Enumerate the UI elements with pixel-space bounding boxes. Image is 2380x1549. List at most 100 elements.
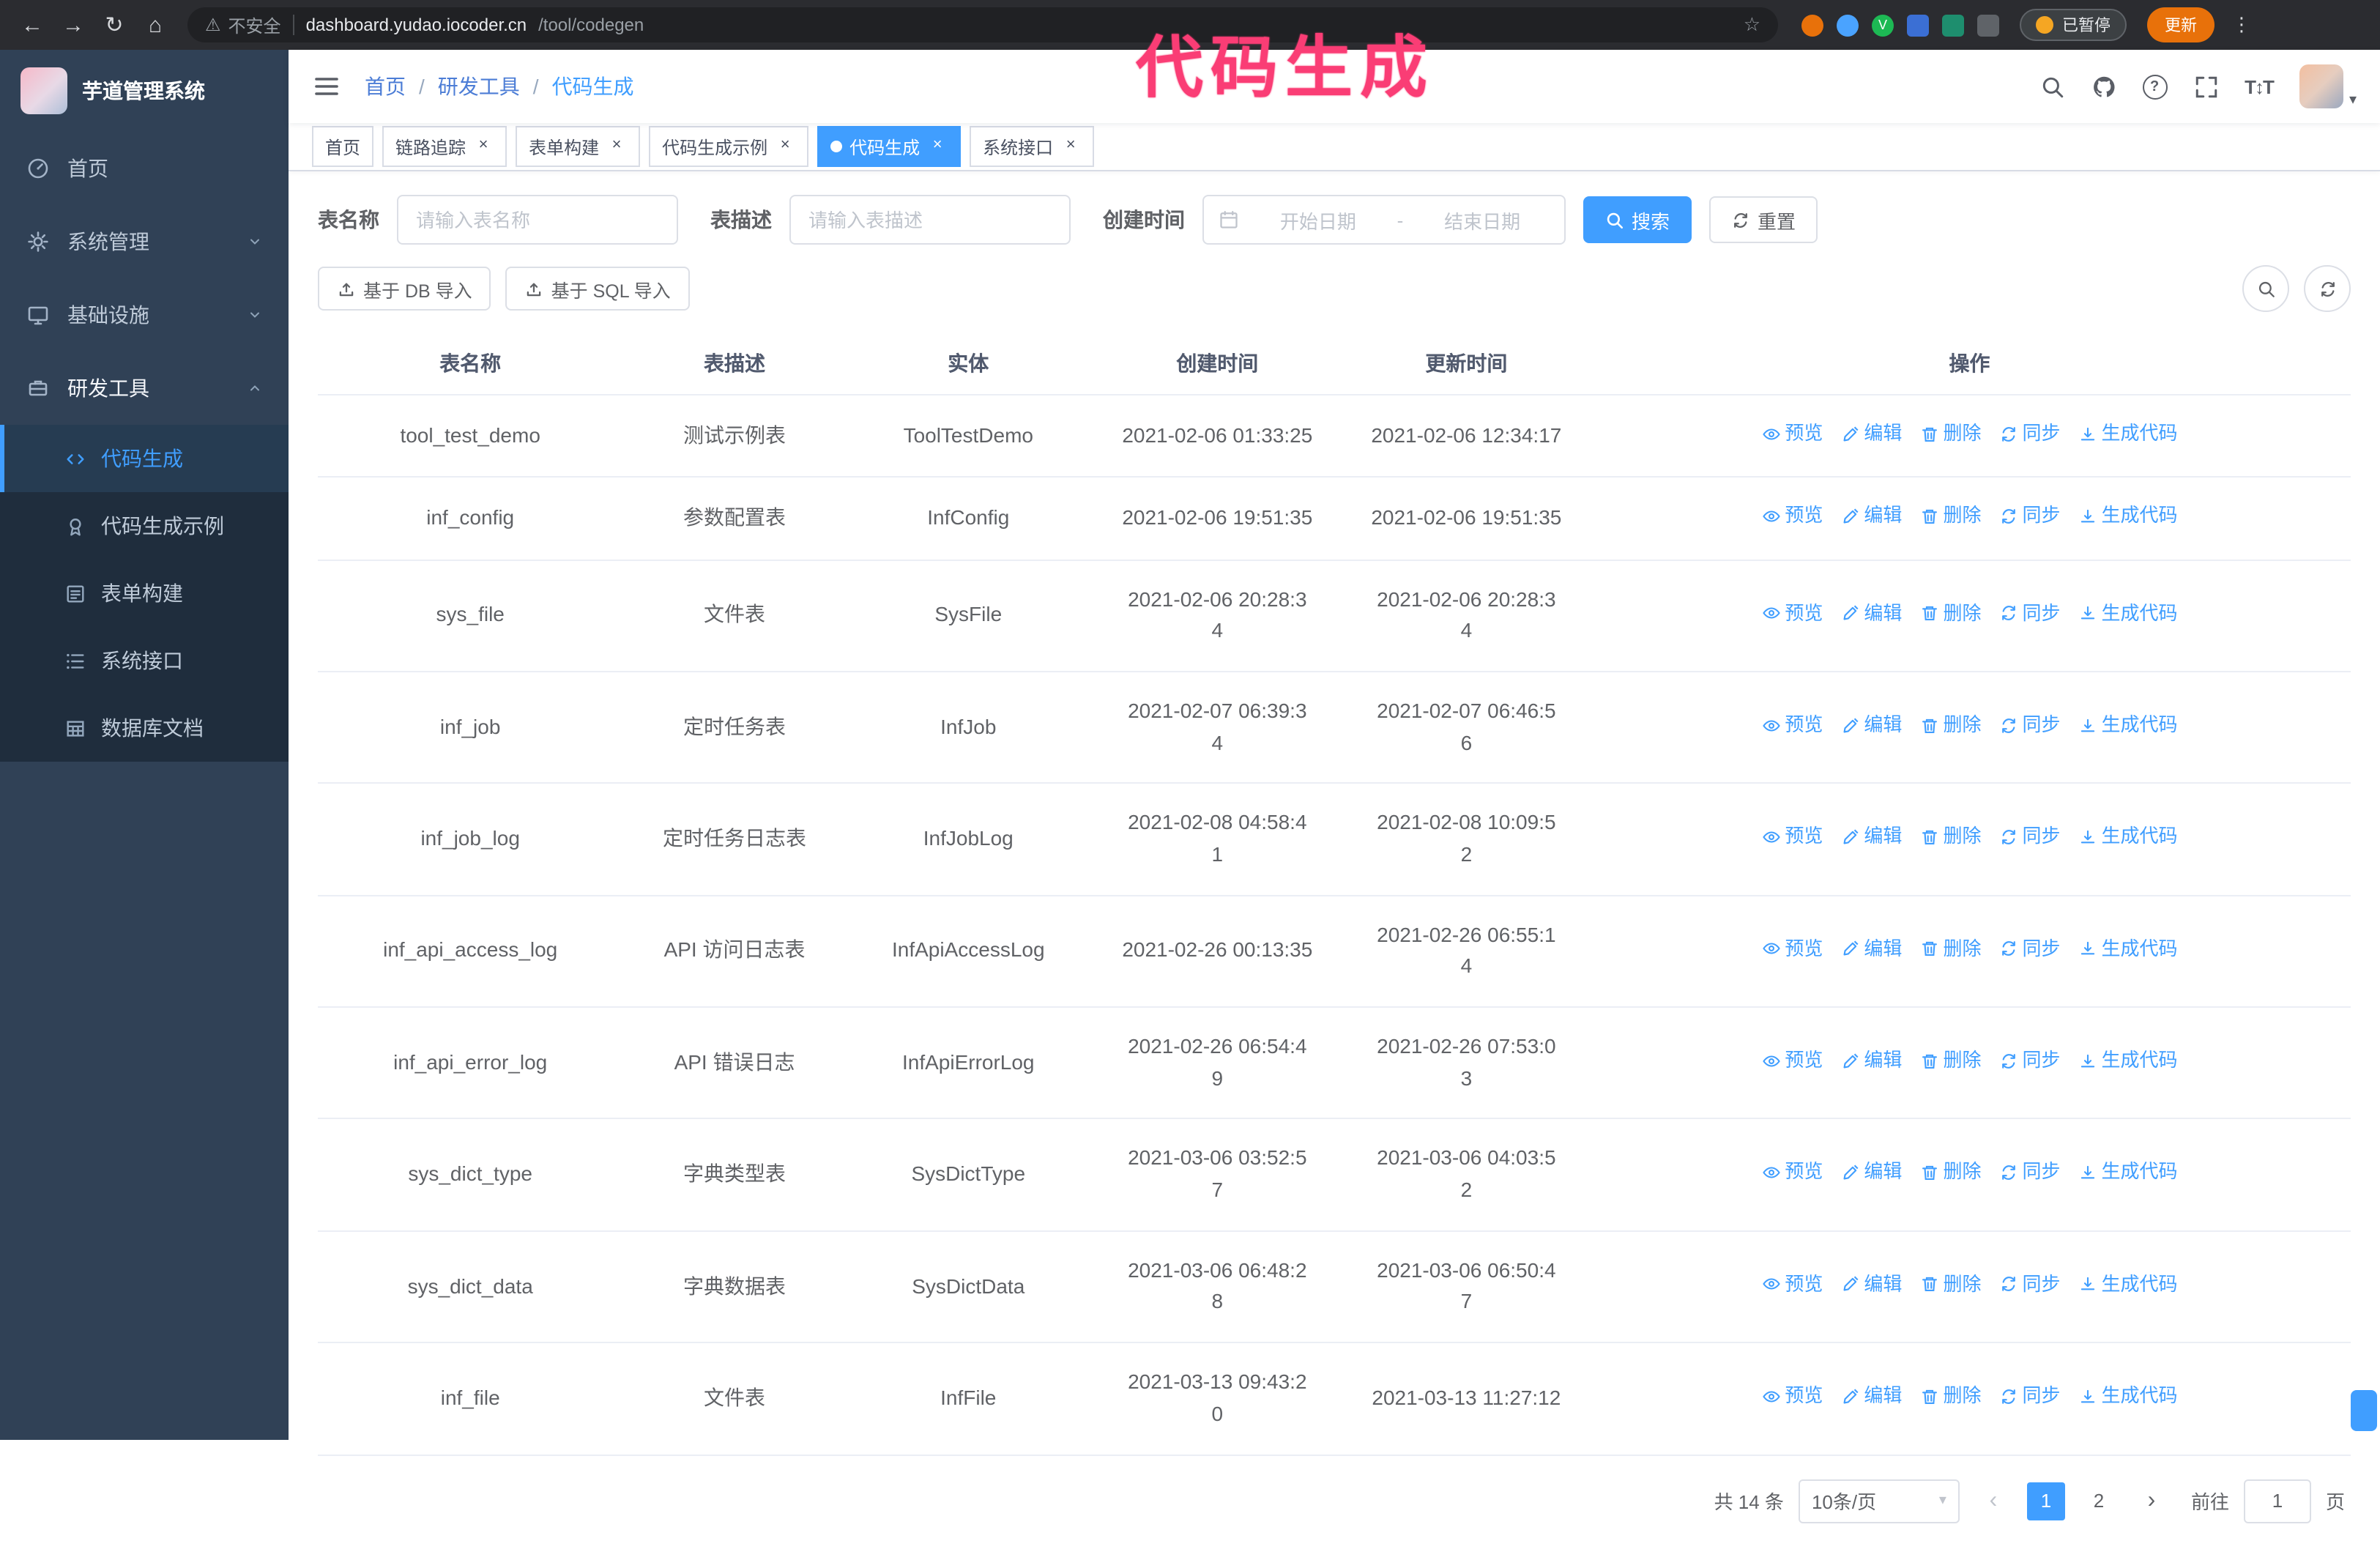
back-to-top-button[interactable] (2351, 1390, 2377, 1431)
search-icon[interactable] (2039, 74, 2064, 99)
browser-menu-icon[interactable]: ⋮ (2232, 13, 2251, 37)
preview-link[interactable]: 预览 (1761, 1046, 1823, 1075)
generate-link[interactable]: 生成代码 (2078, 419, 2178, 448)
sync-link[interactable]: 同步 (1998, 598, 2061, 628)
sidebar-logo[interactable]: 芋道管理系统 (0, 50, 289, 132)
sidebar-item-dev-tools[interactable]: 研发工具 (0, 352, 289, 425)
sync-link[interactable]: 同步 (1998, 1046, 2061, 1075)
generate-link[interactable]: 生成代码 (2078, 1270, 2178, 1299)
breadcrumb-dev-tools[interactable]: 研发工具 (438, 72, 520, 101)
user-menu[interactable]: ▾ (2299, 64, 2357, 108)
preview-link[interactable]: 预览 (1761, 934, 1823, 963)
tab-close-icon[interactable]: × (1060, 136, 1081, 157)
preview-link[interactable]: 预览 (1761, 419, 1823, 448)
sidebar-item-system[interactable]: 系统管理 (0, 205, 289, 278)
preview-link[interactable]: 预览 (1761, 1158, 1823, 1187)
help-icon[interactable]: ? (2142, 74, 2168, 99)
generate-link[interactable]: 生成代码 (2078, 598, 2178, 628)
preview-link[interactable]: 预览 (1761, 822, 1823, 852)
date-range-picker[interactable]: 开始日期 - 结束日期 (1202, 195, 1566, 245)
sync-link[interactable]: 同步 (1998, 710, 2061, 740)
generate-link[interactable]: 生成代码 (2078, 1381, 2178, 1411)
delete-link[interactable]: 删除 (1919, 1158, 1981, 1187)
extension-icon[interactable]: V (1872, 14, 1894, 36)
delete-link[interactable]: 删除 (1919, 1270, 1981, 1299)
extension-icon[interactable] (1837, 14, 1859, 36)
tab-5[interactable]: 系统接口 × (970, 126, 1095, 167)
delete-link[interactable]: 删除 (1919, 1046, 1981, 1075)
fullscreen-icon[interactable] (2193, 74, 2218, 99)
sync-link[interactable]: 同步 (1998, 1270, 2061, 1299)
breadcrumb-home[interactable]: 首页 (365, 72, 406, 101)
edit-link[interactable]: 编辑 (1840, 1270, 1902, 1299)
sidebar-item-home[interactable]: 首页 (0, 132, 289, 205)
font-size-icon[interactable]: T↕T (2245, 75, 2275, 97)
generate-link[interactable]: 生成代码 (2078, 1158, 2178, 1187)
delete-link[interactable]: 删除 (1919, 1381, 1981, 1411)
edit-link[interactable]: 编辑 (1840, 1046, 1902, 1075)
search-button[interactable]: 搜索 (1583, 196, 1692, 243)
sync-link[interactable]: 同步 (1998, 1381, 2061, 1411)
address-bar[interactable]: ⚠ 不安全 dashboard.yudao.iocoder.cn/tool/co… (187, 7, 1778, 42)
paused-badge[interactable]: 已暂停 (2020, 9, 2127, 41)
sidebar-item-codegen-example[interactable]: 代码生成示例 (0, 492, 289, 560)
edit-link[interactable]: 编辑 (1840, 934, 1902, 963)
puzzle-extensions-icon[interactable] (1977, 14, 1999, 36)
edit-link[interactable]: 编辑 (1840, 598, 1902, 628)
next-page-button[interactable]: › (2132, 1480, 2171, 1521)
goto-page-input[interactable] (2243, 1479, 2311, 1523)
security-warning[interactable]: ⚠ 不安全 (205, 12, 281, 37)
tab-close-icon[interactable]: × (606, 136, 627, 157)
tab-3[interactable]: 代码生成示例 × (649, 126, 809, 167)
reset-button[interactable]: 重置 (1709, 196, 1818, 243)
edit-link[interactable]: 编辑 (1840, 419, 1902, 448)
sync-link[interactable]: 同步 (1998, 502, 2061, 531)
delete-link[interactable]: 删除 (1919, 502, 1981, 531)
page-size-select[interactable]: 10条/页 ▾ (1798, 1479, 1960, 1523)
generate-link[interactable]: 生成代码 (2078, 710, 2178, 740)
extension-icon[interactable] (1942, 14, 1964, 36)
delete-link[interactable]: 删除 (1919, 934, 1981, 963)
refresh-table-button[interactable] (2304, 265, 2351, 312)
preview-link[interactable]: 预览 (1761, 1270, 1823, 1299)
browser-update-button[interactable]: 更新 (2147, 7, 2214, 42)
sidebar-item-system-api[interactable]: 系统接口 (0, 627, 289, 694)
sidebar-item-infrastructure[interactable]: 基础设施 (0, 278, 289, 352)
edit-link[interactable]: 编辑 (1840, 1381, 1902, 1411)
page-button-2[interactable]: 2 (2080, 1482, 2118, 1520)
sync-link[interactable]: 同步 (1998, 934, 2061, 963)
preview-link[interactable]: 预览 (1761, 598, 1823, 628)
prev-page-button[interactable]: ‹ (1974, 1480, 2012, 1521)
page-button-1[interactable]: 1 (2026, 1482, 2065, 1520)
sidebar-item-form-builder[interactable]: 表单构建 (0, 560, 289, 627)
tab-0[interactable]: 首页 (312, 126, 374, 167)
tab-close-icon[interactable]: × (927, 136, 948, 157)
extension-icon[interactable] (1907, 14, 1929, 36)
delete-link[interactable]: 删除 (1919, 822, 1981, 852)
preview-link[interactable]: 预览 (1761, 710, 1823, 740)
import-sql-button[interactable]: 基于 SQL 导入 (505, 267, 690, 311)
toggle-search-button[interactable] (2242, 265, 2289, 312)
edit-link[interactable]: 编辑 (1840, 502, 1902, 531)
extension-icon[interactable] (1801, 14, 1823, 36)
sidebar-item-codegen[interactable]: 代码生成 (0, 425, 289, 492)
edit-link[interactable]: 编辑 (1840, 710, 1902, 740)
edit-link[interactable]: 编辑 (1840, 1158, 1902, 1187)
delete-link[interactable]: 删除 (1919, 710, 1981, 740)
generate-link[interactable]: 生成代码 (2078, 822, 2178, 852)
generate-link[interactable]: 生成代码 (2078, 502, 2178, 531)
browser-forward-icon[interactable]: → (56, 7, 91, 42)
preview-link[interactable]: 预览 (1761, 502, 1823, 531)
tab-2[interactable]: 表单构建 × (516, 126, 641, 167)
tab-close-icon[interactable]: × (775, 136, 795, 157)
tab-4[interactable]: 代码生成 × (817, 126, 962, 167)
github-icon[interactable] (2091, 74, 2116, 99)
browser-back-icon[interactable]: ← (15, 7, 50, 42)
generate-link[interactable]: 生成代码 (2078, 1046, 2178, 1075)
bookmark-star-icon[interactable]: ☆ (1744, 13, 1760, 37)
preview-link[interactable]: 预览 (1761, 1381, 1823, 1411)
sync-link[interactable]: 同步 (1998, 822, 2061, 852)
generate-link[interactable]: 生成代码 (2078, 934, 2178, 963)
table-name-input[interactable] (397, 195, 678, 245)
sync-link[interactable]: 同步 (1998, 419, 2061, 448)
